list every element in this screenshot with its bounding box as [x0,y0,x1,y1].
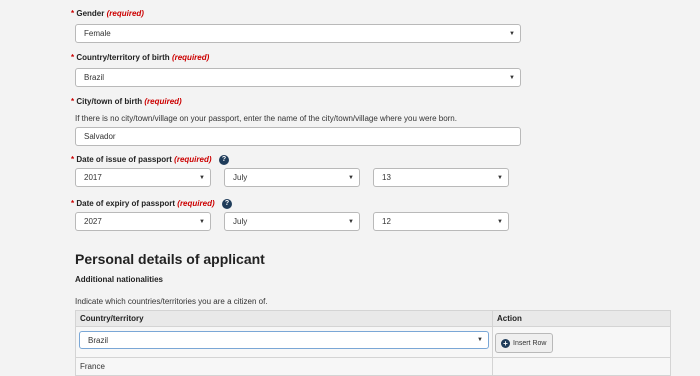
help-icon[interactable]: ? [219,155,229,165]
expiry-year-select[interactable]: 2027 ▼ [75,212,211,231]
chevron-down-icon: ▼ [509,30,515,37]
help-icon[interactable]: ? [222,199,232,209]
issue-month-select[interactable]: July ▼ [224,168,360,187]
action-cell [492,357,671,376]
chevron-down-icon: ▼ [199,174,205,181]
city-birth-hint: If there is no city/town/village on your… [75,114,457,123]
country-birth-select[interactable]: Brazil ▼ [75,68,521,87]
chevron-down-icon: ▼ [477,337,483,343]
plus-circle-icon: + [501,338,510,348]
gender-label: * Gender (required) [71,9,144,18]
column-header-country: Country/territory [75,310,493,327]
expiry-day-select[interactable]: 12 ▼ [373,212,509,231]
issue-date-label: * Date of issue of passport (required) [71,155,212,164]
city-birth-label: * City/town of birth (required) [71,97,182,106]
chevron-down-icon: ▼ [497,174,503,181]
chevron-down-icon: ▼ [199,218,205,225]
chevron-down-icon: ▼ [348,218,354,225]
expiry-month-select[interactable]: July ▼ [224,212,360,231]
issue-day-select[interactable]: 13 ▼ [373,168,509,187]
section-subtitle: Additional nationalities [75,275,164,284]
chevron-down-icon: ▼ [509,74,515,81]
column-header-action: Action [492,310,671,327]
issue-year-select[interactable]: 2017 ▼ [75,168,211,187]
chevron-down-icon: ▼ [348,174,354,181]
chevron-down-icon: ▼ [497,218,503,225]
table-row: France [75,357,493,376]
section-description: Indicate which countries/territories you… [75,297,268,306]
city-birth-input[interactable]: Salvador [75,127,521,146]
insert-row-button[interactable]: + Insert Row [495,333,553,353]
gender-select[interactable]: Female ▼ [75,24,521,43]
country-birth-label: * Country/territory of birth (required) [71,53,210,62]
section-title: Personal details of applicant [75,251,265,267]
nationality-select[interactable]: Brazil ▼ [79,331,489,349]
expiry-date-label: * Date of expiry of passport (required) [71,199,215,208]
